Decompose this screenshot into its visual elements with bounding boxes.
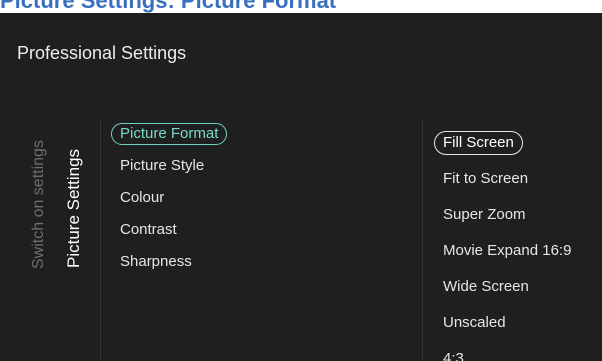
document-heading: Picture Settings: Picture Format (0, 0, 337, 13)
option-label: Fit to Screen (443, 170, 529, 187)
option-unscaled[interactable]: Unscaled (433, 305, 571, 341)
menu-item-label: Colour (120, 189, 165, 206)
menu-item-label: Picture Format (111, 123, 228, 145)
option-4-3[interactable]: 4:3 (433, 341, 571, 361)
option-label: Movie Expand 16:9 (443, 242, 572, 259)
option-label: Super Zoom (443, 206, 526, 223)
menu-item-label: Sharpness (120, 253, 192, 270)
settings-menu: Picture Format Picture Style Colour Cont… (110, 118, 228, 278)
picture-format-options: Fill Screen Fit to Screen Super Zoom Mov… (433, 125, 571, 361)
option-label: Wide Screen (443, 278, 529, 295)
option-label: Fill Screen (434, 131, 523, 155)
option-label: 4:3 (443, 350, 464, 361)
option-label: Unscaled (443, 314, 506, 331)
breadcrumb-root[interactable]: Switch on settings (30, 140, 48, 269)
option-movie-expand[interactable]: Movie Expand 16:9 (433, 233, 571, 269)
breadcrumb-current[interactable]: Picture Settings (64, 149, 84, 268)
menu-item-sharpness[interactable]: Sharpness (110, 246, 227, 278)
document-heading-strip: Picture Settings: Picture Format (0, 0, 602, 13)
menu-item-label: Picture Style (120, 157, 205, 174)
page-title: Professional Settings (17, 43, 187, 63)
tv-settings-screen: Professional Settings Switch on settings… (0, 13, 602, 361)
menu-item-colour[interactable]: Colour (110, 182, 227, 214)
column-divider-right (422, 120, 423, 361)
option-fill-screen[interactable]: Fill Screen (433, 125, 571, 161)
option-wide-screen[interactable]: Wide Screen (433, 269, 571, 305)
column-divider-left (100, 120, 101, 361)
option-fit-to-screen[interactable]: Fit to Screen (433, 161, 571, 197)
menu-item-contrast[interactable]: Contrast (110, 214, 227, 246)
menu-item-label: Contrast (120, 221, 177, 238)
option-super-zoom[interactable]: Super Zoom (433, 197, 571, 233)
menu-item-picture-format[interactable]: Picture Format (110, 118, 228, 150)
menu-item-picture-style[interactable]: Picture Style (110, 150, 227, 182)
